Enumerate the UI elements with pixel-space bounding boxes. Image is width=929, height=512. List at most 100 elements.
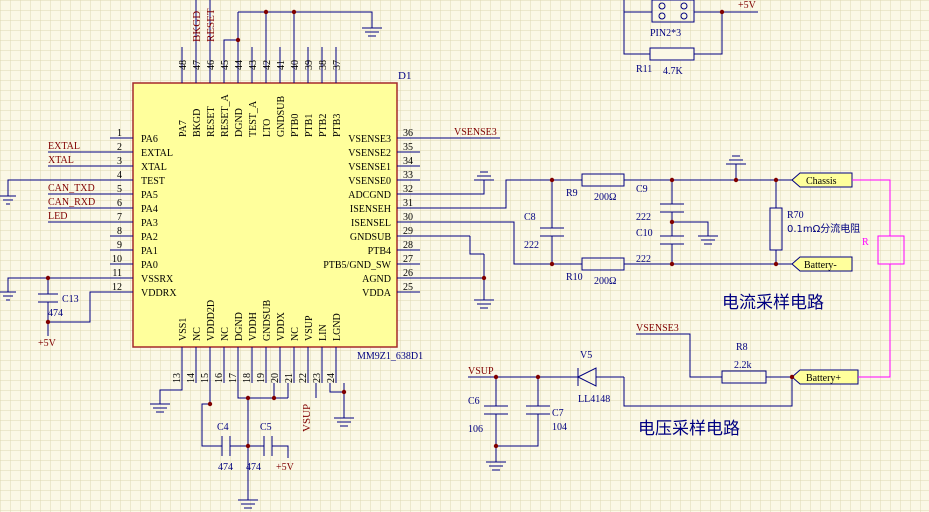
pin-number-24: 24: [326, 373, 337, 383]
net-plus5-c5: +5V: [276, 462, 295, 473]
c7-ref: C7: [552, 408, 564, 419]
pin-number-9: 9: [117, 240, 122, 251]
net-vsense3-pin: VSENSE3: [454, 127, 497, 138]
r70-ref: R70: [787, 210, 804, 221]
pin-number-25: 25: [403, 282, 413, 293]
pin-number-43: 43: [248, 60, 259, 70]
c13-ref: C13: [62, 294, 79, 305]
pin-name-17: DGND: [234, 312, 245, 341]
pin-number-42: 42: [262, 60, 273, 70]
r10-ref: R10: [566, 272, 583, 283]
pin-number-10: 10: [112, 254, 122, 265]
pin-name-32: ADCGND: [348, 190, 391, 201]
pin-name-5: PA5: [141, 190, 158, 201]
pin-number-3: 3: [117, 156, 122, 167]
net-bkgd: BKGD: [191, 11, 203, 42]
pin-number-32: 32: [403, 184, 413, 195]
pin-number-26: 26: [403, 268, 413, 279]
pin-name-41: GNDSUB: [276, 96, 287, 137]
pin-name-8: PA2: [141, 232, 158, 243]
pin-name-36: VSENSE3: [348, 134, 391, 145]
pin-name-33: VSENSE0: [348, 176, 391, 187]
pin-name-31: ISENSEH: [350, 204, 391, 215]
pin-name-2: EXTAL: [141, 148, 173, 159]
pin-name-29: GNDSUB: [350, 232, 391, 243]
v5-value: LL4148: [578, 394, 610, 405]
r11-value: 4.7K: [663, 66, 684, 77]
pin-name-14: NC: [192, 327, 203, 341]
pin-number-7: 7: [117, 212, 122, 223]
net-vsup-bottom: VSUP: [301, 404, 313, 432]
pin-number-35: 35: [403, 142, 413, 153]
pin-name-13: VSS1: [178, 318, 189, 341]
net-xtal: XTAL: [48, 155, 74, 166]
pin-number-27: 27: [403, 254, 413, 265]
caption-current: 电流采样电路: [722, 293, 824, 313]
c9-ref: C9: [636, 184, 648, 195]
port-chassis[interactable]: Chassis: [791, 172, 853, 188]
pin-name-37: PTB3: [332, 114, 343, 137]
pin-name-18: VDDH: [248, 312, 259, 341]
pin-number-5: 5: [117, 184, 122, 195]
pin-name-7: PA3: [141, 218, 158, 229]
pin-name-3: XTAL: [141, 162, 167, 173]
pin-number-45: 45: [220, 60, 231, 70]
pin-name-35: VSENSE2: [348, 148, 391, 159]
v5-ref: V5: [580, 350, 592, 361]
pin-name-6: PA4: [141, 204, 158, 215]
pin-number-11: 11: [112, 268, 122, 279]
schematic-canvas: D1 MM9Z1_638D1 1 PA6 2 EXTAL 3 XTAL 4 TEST 5 PA5 6…: [0, 0, 929, 512]
pin-name-1: PA6: [141, 134, 158, 145]
pin-number-47: 47: [192, 60, 203, 70]
c10-ref: C10: [636, 228, 653, 239]
net-led: LED: [48, 211, 67, 222]
pin-number-14: 14: [186, 373, 197, 383]
port-battery-minus[interactable]: Battery-: [791, 256, 853, 272]
pin-number-38: 38: [318, 60, 329, 70]
pin-name-25: VDDA: [362, 288, 392, 299]
port-battery-minus-label: Battery-: [804, 260, 837, 271]
c13-value: 474: [48, 308, 63, 319]
chip-designator: D1: [398, 70, 411, 82]
port-battery-plus[interactable]: Battery+: [791, 369, 859, 385]
c5-ref: C5: [260, 422, 272, 433]
port-chassis-label: Chassis: [806, 176, 837, 187]
pin-number-12: 12: [112, 282, 122, 293]
pin-number-29: 29: [403, 226, 413, 237]
pin-number-17: 17: [228, 373, 239, 383]
pin-name-20: VDDX: [276, 311, 287, 341]
c5-value: 474: [246, 462, 261, 473]
pin-number-19: 19: [256, 373, 267, 383]
c7-value: 104: [552, 422, 567, 433]
chip-d1[interactable]: D1 MM9Z1_638D1 1 PA6 2 EXTAL 3 XTAL 4 TEST 5 PA5 6…: [110, 47, 423, 383]
c9-value: 222: [636, 212, 651, 223]
r8-ref: R8: [736, 342, 748, 353]
pin-name-27: PTB5/GND_SW: [323, 260, 391, 271]
pin-number-6: 6: [117, 198, 122, 209]
c8-ref: C8: [524, 212, 536, 223]
header-value: PIN2*3: [650, 28, 681, 39]
net-vsup-v5: VSUP: [468, 366, 494, 377]
pin-number-15: 15: [200, 373, 211, 383]
net-vsense3-r8: VSENSE3: [636, 323, 679, 334]
pin-name-22: VSUP: [304, 315, 315, 341]
net-plus5-c13: +5V: [38, 338, 57, 349]
pin-number-23: 23: [312, 373, 323, 383]
pin-name-10: PA0: [141, 260, 158, 271]
pin-name-39: PTB1: [304, 114, 315, 137]
pin-name-9: PA1: [141, 246, 158, 257]
r9-ref: R9: [566, 188, 578, 199]
pin-number-48: 48: [178, 60, 189, 70]
r11-ref: R11: [636, 64, 652, 75]
pin-name-42: LTO: [262, 119, 273, 137]
pin-name-12: VDDRX: [141, 288, 177, 299]
pin-name-16: NC: [220, 327, 231, 341]
pin-number-41: 41: [276, 60, 287, 70]
pin-name-19: GNDSUB: [262, 300, 273, 341]
pin-number-18: 18: [242, 373, 253, 383]
pin-name-48: PA7: [178, 120, 189, 137]
pin-name-30: ISENSEL: [351, 218, 391, 229]
c4-value: 474: [218, 462, 233, 473]
pin-number-46: 46: [206, 60, 217, 70]
pin-number-22: 22: [298, 373, 309, 383]
